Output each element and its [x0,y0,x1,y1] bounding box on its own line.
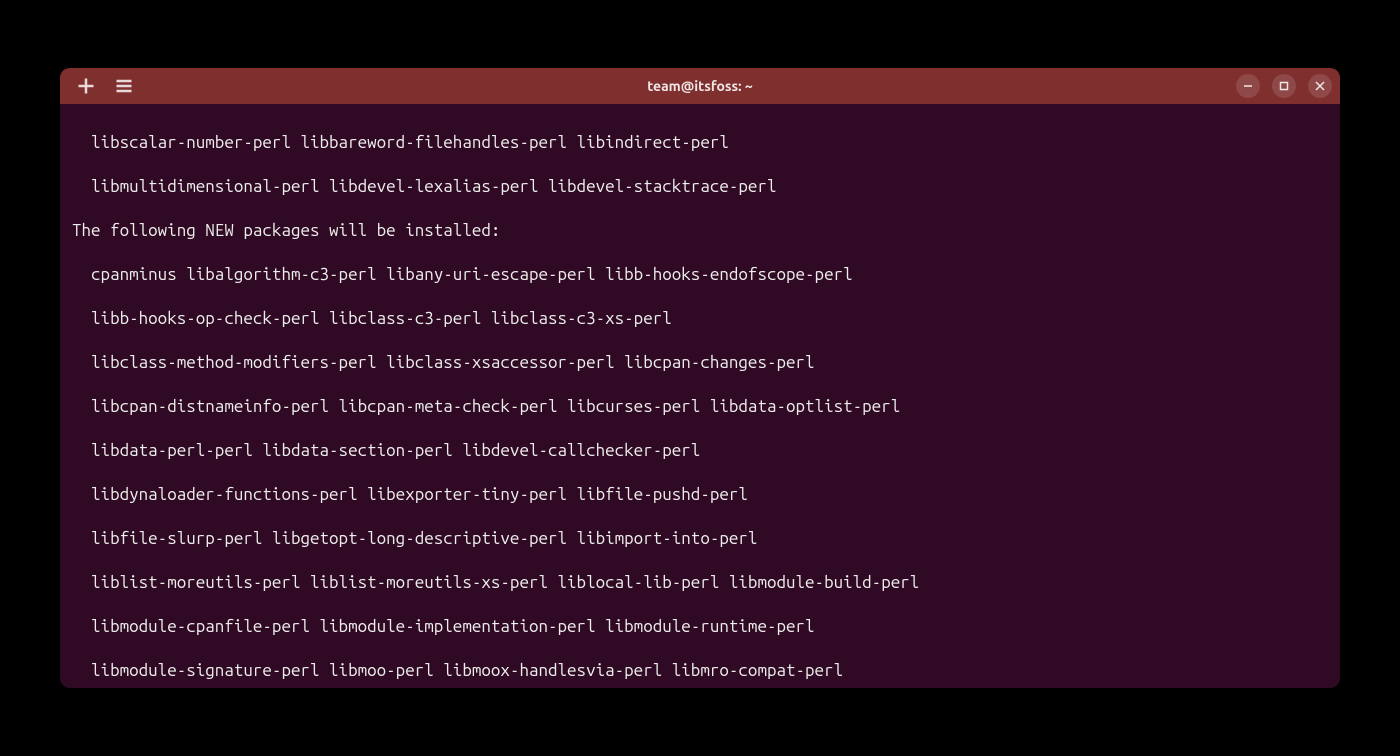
window-controls [1236,74,1332,98]
new-tab-icon[interactable] [76,76,96,96]
close-button[interactable] [1308,74,1332,98]
window-title: team@itsfoss: ~ [647,78,753,94]
terminal-line: libscalar-number-perl libbareword-fileha… [72,132,1328,154]
maximize-button[interactable] [1272,74,1296,98]
terminal-window: team@itsfoss: ~ libscalar-number-perl li… [60,68,1340,688]
terminal-line: libfile-slurp-perl libgetopt-long-descri… [72,528,1328,550]
terminal-line: libdata-perl-perl libdata-section-perl l… [72,440,1328,462]
terminal-output[interactable]: libscalar-number-perl libbareword-fileha… [60,104,1340,688]
terminal-line: libclass-method-modifiers-perl libclass-… [72,352,1328,374]
minimize-button[interactable] [1236,74,1260,98]
terminal-line: libmodule-signature-perl libmoo-perl lib… [72,660,1328,682]
titlebar-left [68,76,134,96]
terminal-line: cpanminus libalgorithm-c3-perl libany-ur… [72,264,1328,286]
menu-icon[interactable] [114,76,134,96]
terminal-line: libdynaloader-functions-perl libexporter… [72,484,1328,506]
terminal-line: The following NEW packages will be insta… [72,220,1328,242]
terminal-line: liblist-moreutils-perl liblist-moreutils… [72,572,1328,594]
terminal-line: libb-hooks-op-check-perl libclass-c3-per… [72,308,1328,330]
terminal-line: libcpan-distnameinfo-perl libcpan-meta-c… [72,396,1328,418]
titlebar: team@itsfoss: ~ [60,68,1340,104]
terminal-line: libmodule-cpanfile-perl libmodule-implem… [72,616,1328,638]
terminal-line: libmultidimensional-perl libdevel-lexali… [72,176,1328,198]
